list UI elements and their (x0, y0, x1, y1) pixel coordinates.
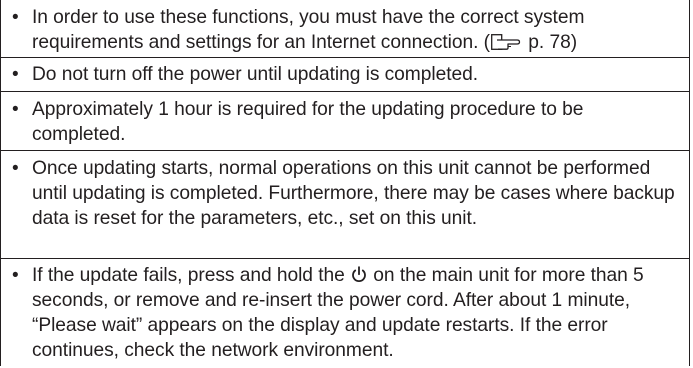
power-icon (352, 266, 366, 282)
note-item-update-fails: • If the update fails, press and hold th… (1, 258, 689, 368)
note-item-operations: • Once updating starts, normal operation… (1, 150, 689, 258)
notes-box: • In order to use these functions, you m… (0, 0, 690, 366)
note-text: Do not turn off the power until updating… (32, 64, 478, 85)
note-text: Once updating starts, normal operations … (32, 158, 675, 229)
bullet: • (12, 99, 19, 120)
note-item-duration: • Approximately 1 hour is required for t… (1, 91, 689, 150)
note-text: If the update fails, press and hold the … (32, 263, 679, 363)
note-text: Approximately 1 hour is required for the… (32, 99, 584, 145)
bullet: • (12, 265, 19, 286)
bullet: • (12, 158, 19, 179)
note-item-internet-requirements: • In order to use these functions, you m… (1, 0, 689, 57)
note-text: In order to use these functions, you mus… (32, 5, 679, 55)
bullet: • (12, 7, 19, 28)
page-reference: p. 78) (523, 32, 578, 53)
reference-hand-icon (491, 34, 521, 50)
bullet: • (12, 64, 19, 85)
note-item-power: • Do not turn off the power until updati… (1, 57, 689, 91)
note-text-segment: If the update fails, press and hold the (32, 265, 351, 286)
